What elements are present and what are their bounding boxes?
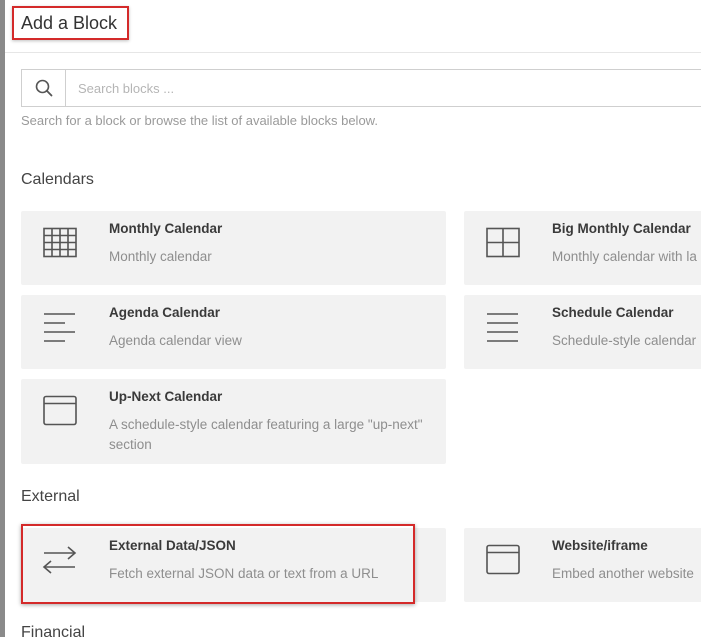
block-title: Schedule Calendar (552, 305, 674, 320)
search-help-text: Search for a block or browse the list of… (21, 113, 378, 128)
block-card-up-next-calendar[interactable]: Up-Next Calendar A schedule-style calend… (21, 379, 446, 464)
section-title-calendars: Calendars (21, 171, 94, 188)
block-description: A schedule-style calendar featuring a la… (109, 417, 423, 452)
search-button[interactable] (22, 70, 66, 106)
add-block-dialog: Add a Block Search for a block or browse… (0, 0, 701, 637)
block-title: Big Monthly Calendar (552, 221, 691, 236)
monthly-grid-icon (43, 227, 77, 258)
block-description: Monthly calendar with la (552, 249, 697, 264)
search-input[interactable] (66, 70, 701, 106)
big-grid-icon (486, 227, 520, 258)
window-icon (43, 395, 77, 426)
window-icon (486, 544, 520, 575)
agenda-lines-icon (44, 313, 75, 342)
section-title-financial: Financial (21, 624, 86, 637)
block-description: Schedule-style calendar (552, 333, 697, 348)
schedule-lines-icon (487, 313, 518, 342)
block-description: Embed another website (552, 566, 694, 581)
search-bar (21, 69, 701, 107)
block-title: Up-Next Calendar (109, 389, 223, 404)
title-highlight-box (12, 6, 129, 40)
block-description: Agenda calendar view (109, 333, 242, 348)
block-card-agenda-calendar[interactable]: Agenda Calendar Agenda calendar view (21, 295, 446, 369)
section-title-external: External (21, 488, 80, 505)
block-description: Monthly calendar (109, 249, 212, 264)
block-title: Agenda Calendar (109, 305, 221, 320)
block-title: Website/iframe (552, 538, 648, 553)
block-card-website-iframe[interactable]: Website/iframe Embed another website (464, 528, 701, 602)
external-data-highlight-box (21, 524, 415, 604)
block-card-schedule-calendar[interactable]: Schedule Calendar Schedule-style calenda… (464, 295, 701, 369)
block-picker-panel: Add a Block Search for a block or browse… (5, 0, 701, 637)
block-card-big-monthly-calendar[interactable]: Big Monthly Calendar Monthly calendar wi… (464, 211, 701, 285)
block-card-monthly-calendar[interactable]: Monthly Calendar Monthly calendar (21, 211, 446, 285)
block-title: Monthly Calendar (109, 221, 223, 236)
search-icon (35, 79, 52, 97)
